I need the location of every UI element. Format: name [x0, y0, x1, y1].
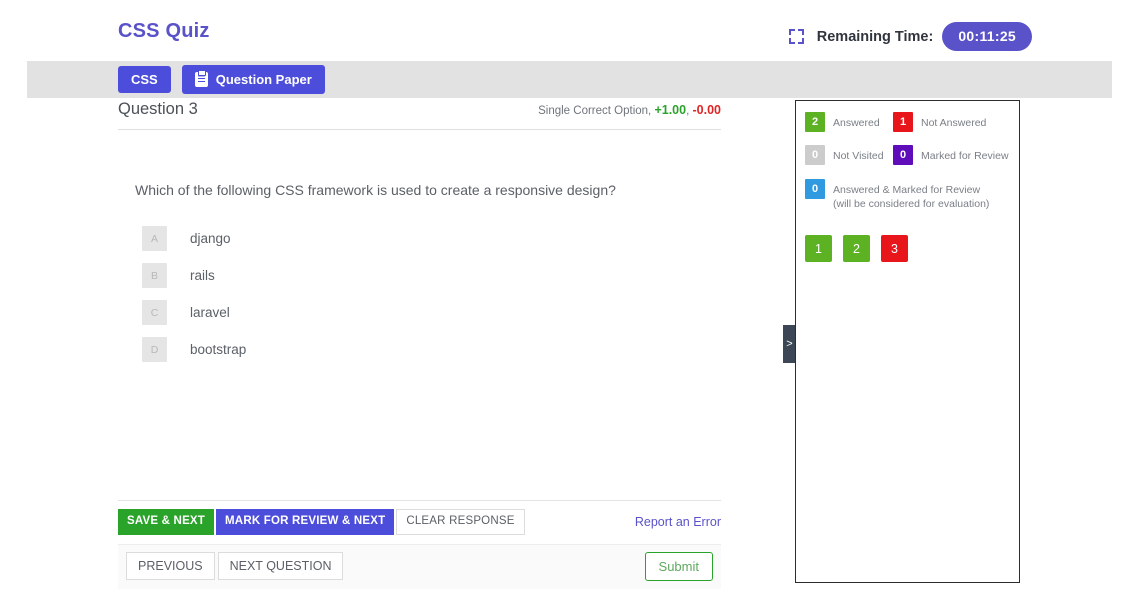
option-c[interactable]: C laravel	[142, 294, 721, 331]
submit-button[interactable]: Submit	[644, 551, 713, 581]
option-d[interactable]: D bootstrap	[142, 331, 721, 368]
question-button-1[interactable]: 1	[805, 235, 832, 263]
app-header: CSS Quiz Remaining Time: 00:11:25	[0, 0, 1135, 61]
options-list: A django B rails C laravel D bootstrap	[142, 220, 721, 368]
legend-not-visited: 0 Not Visited	[805, 145, 893, 165]
marks-positive: +1.00	[654, 103, 687, 117]
option-a-label: django	[190, 231, 231, 246]
option-b-label: rails	[190, 268, 215, 283]
question-header: Question 3 Single Correct Option, +1.00,…	[118, 100, 721, 130]
option-d-label: bootstrap	[190, 342, 247, 357]
previous-button[interactable]: PREVIOUS	[126, 551, 215, 581]
clipboard-icon	[194, 70, 208, 87]
question-palette-panel: 2 Answered 1 Not Answered 0 Not Visited …	[795, 100, 1020, 583]
question-number: Question 3	[118, 100, 198, 118]
legend-not-answered-count: 1	[893, 112, 913, 132]
legend-marked-for-review-label: Marked for Review	[921, 150, 1009, 162]
option-d-key: D	[142, 337, 167, 362]
save-and-next-button[interactable]: SAVE & NEXT	[118, 509, 215, 535]
legend-answered-and-marked-label: Answered & Marked for Review (will be co…	[833, 184, 990, 211]
tab-css-label: CSS	[131, 72, 158, 87]
legend-marked-for-review: 0 Marked for Review	[893, 145, 1010, 165]
question-button-2[interactable]: 2	[843, 235, 870, 263]
page-title: CSS Quiz	[118, 20, 210, 42]
legend-not-visited-count: 0	[805, 145, 825, 165]
tab-question-paper[interactable]: Question Paper	[181, 65, 325, 94]
legend: 2 Answered 1 Not Answered 0 Not Visited …	[796, 101, 1019, 211]
action-button-row: SAVE & NEXT MARK FOR REVIEW & NEXT CLEAR…	[118, 500, 721, 535]
legend-answered-count: 2	[805, 112, 825, 132]
option-c-label: laravel	[190, 305, 230, 320]
legend-not-answered: 1 Not Answered	[893, 112, 1010, 132]
action-area: SAVE & NEXT MARK FOR REVIEW & NEXT CLEAR…	[118, 500, 721, 589]
marks-separator: ,	[686, 105, 690, 117]
question-type: Single Correct Option,	[538, 105, 652, 117]
legend-answered-and-marked-count: 0	[805, 179, 825, 199]
marks-negative: -0.00	[692, 103, 722, 117]
question-number-palette: 1 2 3	[796, 235, 1019, 263]
tab-question-paper-label: Question Paper	[215, 72, 312, 87]
timer-value: 00:11:25	[942, 22, 1032, 51]
question-text: Which of the following CSS framework is …	[135, 182, 616, 198]
navigation-row: PREVIOUS NEXT QUESTION Submit	[118, 543, 721, 589]
option-a-key: A	[142, 226, 167, 251]
timer-label: Remaining Time:	[816, 28, 934, 45]
option-a[interactable]: A django	[142, 220, 721, 257]
timer-area: Remaining Time: 00:11:25	[788, 22, 1032, 51]
option-b[interactable]: B rails	[142, 257, 721, 294]
mark-for-review-and-next-button[interactable]: MARK FOR REVIEW & NEXT	[216, 509, 395, 535]
legend-not-answered-label: Not Answered	[921, 117, 987, 129]
question-button-3[interactable]: 3	[881, 235, 908, 263]
legend-answered-and-marked: 0 Answered & Marked for Review (will be …	[805, 179, 1010, 211]
next-question-button[interactable]: NEXT QUESTION	[217, 551, 344, 581]
question-marking-scheme: Single Correct Option, +1.00, -0.00	[538, 103, 721, 119]
report-an-error-link[interactable]: Report an Error	[635, 515, 721, 529]
option-c-key: C	[142, 300, 167, 325]
legend-answered: 2 Answered	[805, 112, 893, 132]
legend-not-visited-label: Not Visited	[833, 150, 884, 162]
legend-marked-for-review-count: 0	[893, 145, 913, 165]
tab-bar: CSS Question Paper	[27, 61, 1112, 98]
clear-response-button[interactable]: CLEAR RESPONSE	[396, 509, 525, 535]
fullscreen-icon[interactable]	[788, 29, 804, 44]
legend-grid: 2 Answered 1 Not Answered 0 Not Visited …	[805, 112, 1010, 165]
option-b-key: B	[142, 263, 167, 288]
tab-css[interactable]: CSS	[118, 66, 171, 93]
legend-answered-label: Answered	[833, 117, 880, 129]
